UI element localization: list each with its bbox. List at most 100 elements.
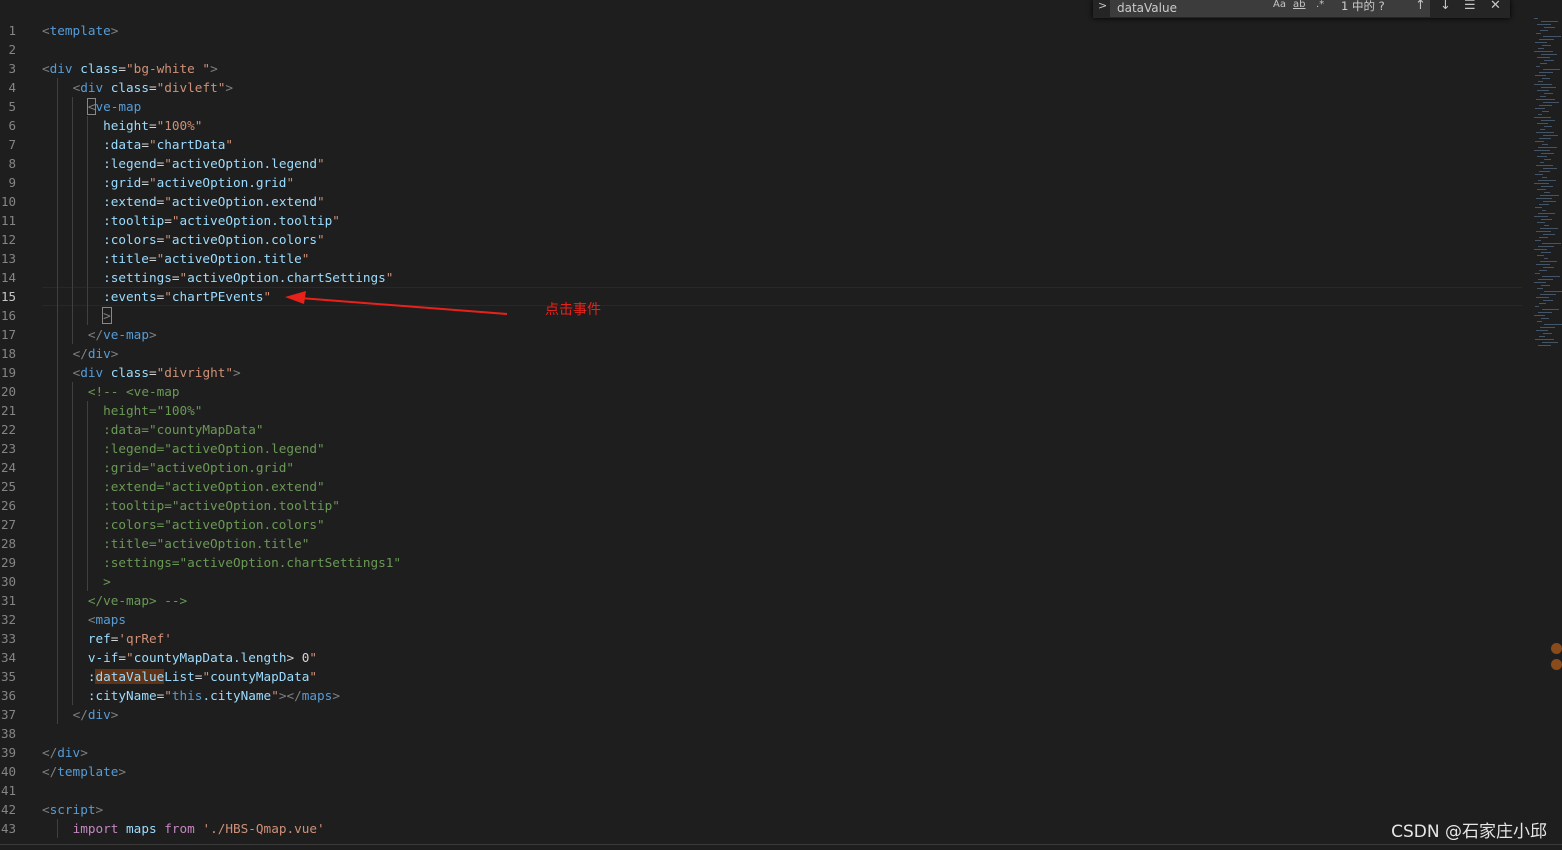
match-case-icon[interactable]: Aa	[1273, 0, 1286, 10]
code-token: "	[332, 213, 340, 228]
code-line[interactable]: 11 :tooltip="activeOption.tooltip"	[0, 211, 1530, 230]
regex-icon[interactable]: .*	[1316, 0, 1324, 10]
code-line[interactable]: 14 :settings="activeOption.chartSettings…	[0, 268, 1530, 287]
code-text[interactable]: :tooltip="activeOption.tooltip"	[42, 211, 340, 230]
horizontal-scrollbar[interactable]	[0, 844, 1562, 845]
code-text[interactable]: </div>	[42, 743, 88, 762]
code-line[interactable]: 20 <!-- <ve-map	[0, 382, 1530, 401]
code-line[interactable]: 19 <div class="divright">	[0, 363, 1530, 382]
code-text[interactable]: height="100%"	[42, 401, 202, 420]
code-text[interactable]: >	[42, 572, 111, 591]
code-line[interactable]: 13 :title="activeOption.title"	[0, 249, 1530, 268]
code-text[interactable]: :tooltip="activeOption.tooltip"	[42, 496, 340, 515]
code-text[interactable]: :title="activeOption.title"	[42, 534, 309, 553]
code-line[interactable]: 8 :legend="activeOption.legend"	[0, 154, 1530, 173]
code-line[interactable]: 27 :colors="activeOption.colors"	[0, 515, 1530, 534]
code-token: :tooltip	[103, 213, 165, 228]
code-line[interactable]: 38	[0, 724, 1530, 743]
code-line[interactable]: 2	[0, 40, 1530, 59]
next-match-icon[interactable]: ↓	[1440, 0, 1451, 13]
code-line[interactable]: 42 <script>	[0, 800, 1530, 819]
code-text[interactable]: <!-- <ve-map	[42, 382, 180, 401]
code-text[interactable]: :data="countyMapData"	[42, 420, 263, 439]
code-text[interactable]: <maps	[42, 610, 126, 629]
code-line[interactable]: 35 :dataValueList="countyMapData"	[0, 667, 1530, 686]
code-line[interactable]: 15 :events="chartPEvents"	[0, 287, 1530, 306]
code-text[interactable]: :events="chartPEvents"	[42, 287, 271, 306]
code-line[interactable]: 5 <ve-map	[0, 97, 1530, 116]
code-text[interactable]: <div class="bg-white ">	[42, 59, 218, 78]
code-line[interactable]: 10 :extend="activeOption.extend"	[0, 192, 1530, 211]
code-text[interactable]: :grid="activeOption.grid"	[42, 458, 294, 477]
code-line[interactable]: 37 </div>	[0, 705, 1530, 724]
code-text[interactable]: </div>	[42, 705, 119, 724]
code-text[interactable]: <div class="divleft">	[42, 78, 233, 97]
code-line[interactable]: 1 <template>	[0, 21, 1530, 40]
code-text[interactable]: :extend="activeOption.extend"	[42, 192, 325, 211]
code-text[interactable]: :legend="activeOption.legend"	[42, 154, 325, 173]
code-text[interactable]: :title="activeOption.title"	[42, 249, 309, 268]
code-line[interactable]: 7 :data="chartData"	[0, 135, 1530, 154]
code-line[interactable]: 25 :extend="activeOption.extend"	[0, 477, 1530, 496]
code-line[interactable]: 28 :title="activeOption.title"	[0, 534, 1530, 553]
code-line[interactable]: 36 :cityName="this.cityName"></maps>	[0, 686, 1530, 705]
code-line[interactable]: 16 >	[0, 306, 1530, 325]
code-text[interactable]: </template>	[42, 762, 126, 781]
code-text[interactable]: ref='qrRef'	[42, 629, 172, 648]
code-text[interactable]: :colors="activeOption.colors"	[42, 230, 325, 249]
code-token: activeOption.chartSettings	[187, 270, 386, 285]
code-line[interactable]: 23 :legend="activeOption.legend"	[0, 439, 1530, 458]
close-icon[interactable]: ✕	[1490, 0, 1501, 13]
code-line[interactable]: 3 <div class="bg-white ">	[0, 59, 1530, 78]
find-replace-toggle-icon[interactable]: >	[1098, 0, 1107, 12]
whole-word-icon[interactable]: ab	[1293, 0, 1305, 10]
code-text[interactable]: v-if="countyMapData.length> 0"	[42, 648, 317, 667]
code-text[interactable]: :settings="activeOption.chartSettings1"	[42, 553, 401, 572]
code-text[interactable]: :dataValueList="countyMapData"	[42, 667, 317, 686]
previous-match-icon[interactable]: ↑	[1415, 0, 1426, 13]
code-text[interactable]: <template>	[42, 21, 118, 40]
code-lines[interactable]: 1 <template> 2 3 <div class="bg-white "> 4 <d…	[0, 21, 1530, 838]
code-text[interactable]: :colors="activeOption.colors"	[42, 515, 325, 534]
code-text[interactable]: import maps from './HBS-Qmap.vue'	[42, 819, 325, 838]
code-text[interactable]: <script>	[42, 800, 103, 819]
code-text[interactable]: <div class="divright">	[42, 363, 241, 382]
code-text[interactable]: </div>	[42, 344, 119, 363]
code-editor[interactable]: 1 <template> 2 3 <div class="bg-white "> 4 <d…	[0, 0, 1562, 850]
code-text[interactable]: :legend="activeOption.legend"	[42, 439, 325, 458]
code-text[interactable]: :data="chartData"	[42, 135, 233, 154]
code-text[interactable]: </ve-map> -->	[42, 591, 187, 610]
code-line[interactable]: 9 :grid="activeOption.grid"	[0, 173, 1530, 192]
code-line[interactable]: 34 v-if="countyMapData.length> 0"	[0, 648, 1530, 667]
code-line[interactable]: 32 <maps	[0, 610, 1530, 629]
code-line[interactable]: 39 </div>	[0, 743, 1530, 762]
code-line[interactable]: 31 </ve-map> -->	[0, 591, 1530, 610]
code-line[interactable]: 22 :data="countyMapData"	[0, 420, 1530, 439]
code-line[interactable]: 6 height="100%"	[0, 116, 1530, 135]
code-text[interactable]: :grid="activeOption.grid"	[42, 173, 294, 192]
code-text[interactable]: </ve-map>	[42, 325, 157, 344]
code-line[interactable]: 26 :tooltip="activeOption.tooltip"	[0, 496, 1530, 515]
code-text[interactable]: :settings="activeOption.chartSettings"	[42, 268, 393, 287]
code-text[interactable]: <ve-map	[42, 97, 141, 116]
code-text[interactable]: >	[42, 306, 112, 325]
code-line[interactable]: 30 >	[0, 572, 1530, 591]
code-line[interactable]: 18 </div>	[0, 344, 1530, 363]
code-line[interactable]: 21 height="100%"	[0, 401, 1530, 420]
code-line[interactable]: 41	[0, 781, 1530, 800]
code-text[interactable]: :cityName="this.cityName"></maps>	[42, 686, 340, 705]
minimap[interactable]	[1530, 0, 1562, 370]
code-text[interactable]: height="100%"	[42, 116, 202, 135]
find-in-selection-icon[interactable]: ☰	[1464, 0, 1476, 13]
code-line[interactable]: 40 </template>	[0, 762, 1530, 781]
code-line[interactable]: 17 </ve-map>	[0, 325, 1530, 344]
code-text[interactable]: :extend="activeOption.extend"	[42, 477, 325, 496]
code-line[interactable]: 4 <div class="divleft">	[0, 78, 1530, 97]
code-line[interactable]: 33 ref='qrRef'	[0, 629, 1530, 648]
code-line[interactable]: 12 :colors="activeOption.colors"	[0, 230, 1530, 249]
code-line[interactable]: 43 import maps from './HBS-Qmap.vue'	[0, 819, 1530, 838]
code-line[interactable]: 29 :settings="activeOption.chartSettings…	[0, 553, 1530, 572]
code-line[interactable]: 24 :grid="activeOption.grid"	[0, 458, 1530, 477]
